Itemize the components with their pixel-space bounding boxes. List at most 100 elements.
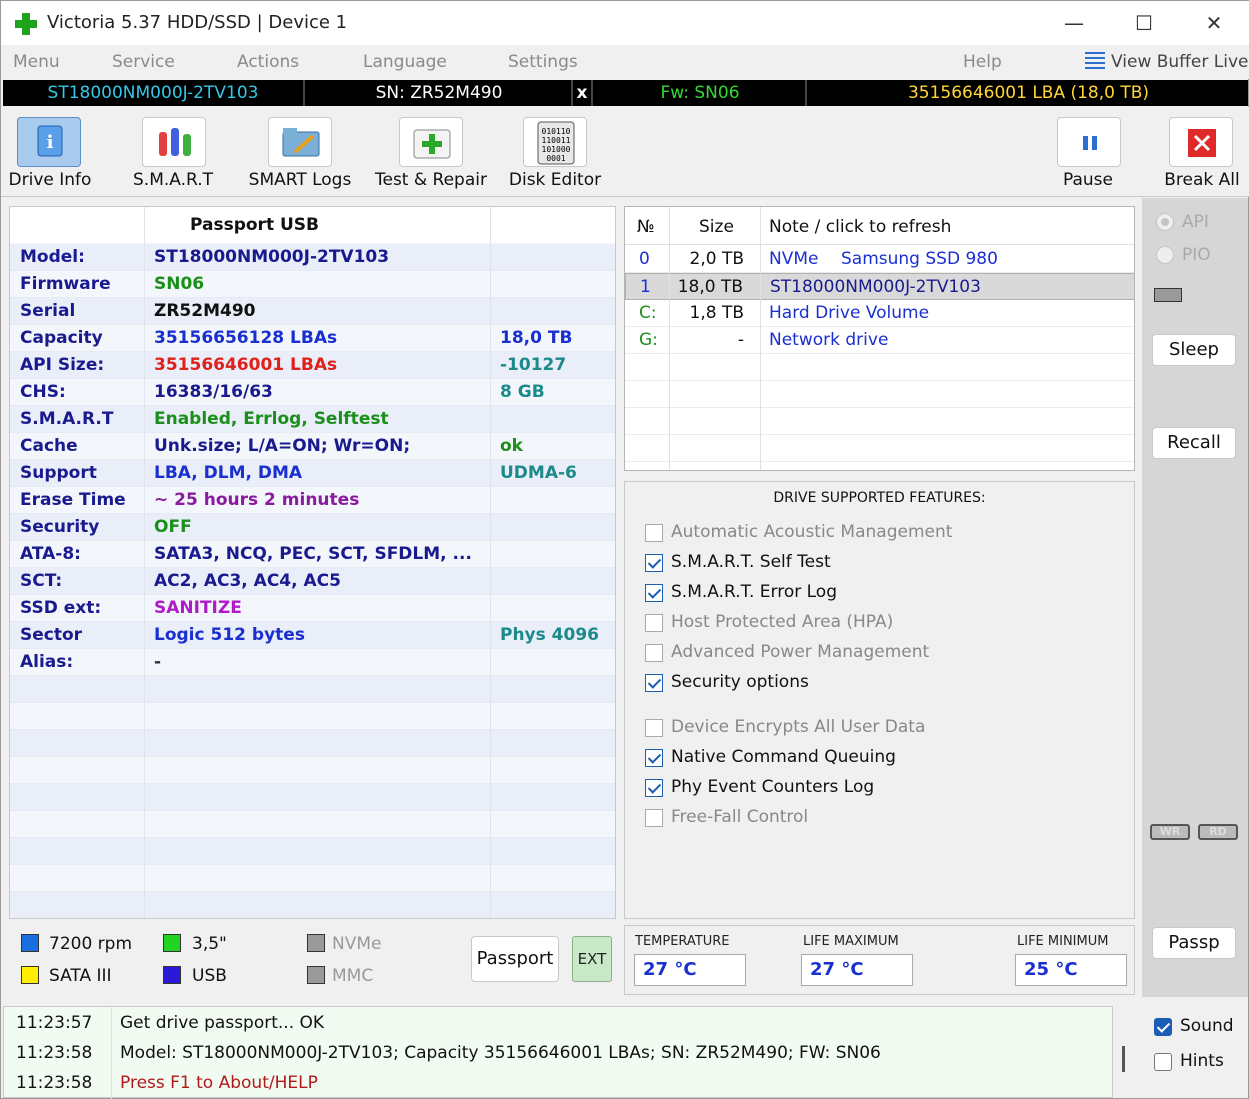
feature-checkbox	[645, 584, 663, 602]
passport-row-extra: UDMA-6	[500, 463, 577, 483]
column-divider	[669, 207, 670, 470]
ext-button[interactable]: EXT	[572, 936, 612, 982]
col-note[interactable]: Note / click to refresh	[769, 217, 951, 237]
log-scrollbar[interactable]	[1122, 1046, 1125, 1072]
log-time: 11:23:58	[16, 1043, 93, 1063]
menu-service[interactable]: Service	[112, 52, 175, 72]
recall-button[interactable]: Recall	[1152, 427, 1236, 459]
api-radio[interactable]	[1156, 213, 1174, 231]
hints-checkbox[interactable]	[1154, 1053, 1172, 1071]
minimize-button[interactable]: —	[1044, 5, 1104, 41]
passport-row-value: AC2, AC3, AC4, AC5	[154, 571, 341, 591]
rd-indicator: RD	[1198, 824, 1238, 840]
passport-empty-row	[10, 784, 615, 811]
passport-row-value: ZR52M490	[154, 301, 256, 321]
sound-hints-panel: Sound Hints	[1142, 1006, 1248, 1098]
passport-row: Model: ST18000NM000J-2TV103	[10, 244, 615, 271]
svg-text:101000: 101000	[542, 145, 571, 154]
menu-actions[interactable]: Actions	[237, 52, 299, 72]
passport-row-extra: ok	[500, 436, 523, 456]
feature-item: Automatic Acoustic Management	[645, 522, 1105, 546]
passport-row: API Size: 35156646001 LBAs -10127	[10, 352, 615, 379]
drive-empty-row	[625, 408, 1134, 435]
devbar-lba: 35156646001 LBA (18,0 TB)	[907, 83, 1150, 103]
feature-checkbox	[645, 749, 663, 767]
passport-row-label: ATA-8:	[20, 544, 81, 564]
folder-pencil-icon	[268, 117, 332, 167]
passport-row-extra: Phys 4096	[500, 625, 599, 645]
drive-size: -	[737, 330, 744, 350]
passport-button[interactable]: Passport	[471, 936, 559, 982]
passport-row: ATA-8: SATA3, NCQ, PEC, SCT, SFDLM, ...	[10, 541, 615, 568]
col-number[interactable]: №	[637, 217, 655, 237]
passport-row-label: Security	[20, 517, 100, 537]
drive-row[interactable]: C: 1,8 TB Hard Drive Volume	[625, 300, 1134, 327]
passport-row-extra: -10127	[500, 355, 567, 375]
disk-editor-button[interactable]: 010110 110011 101000 0001 Disk Editor	[505, 109, 605, 195]
feature-label: Native Command Queuing	[671, 747, 896, 767]
feature-item: Host Protected Area (HPA)	[645, 612, 1105, 636]
col-size[interactable]: Size	[699, 217, 734, 237]
rpm-label: 7200 rpm	[49, 934, 133, 954]
drive-note: ST18000NM000J-2TV103	[770, 277, 981, 297]
view-buffer-live-button[interactable]: View Buffer Live	[1085, 52, 1248, 72]
drive-features-panel: DRIVE SUPPORTED FEATURES: Automatic Acou…	[624, 481, 1135, 919]
side-panel: API PIO Sleep Recall WR RD Passp	[1142, 198, 1248, 997]
devbar-model[interactable]: ST18000NM000J-2TV103	[3, 80, 305, 106]
smart-button[interactable]: S.M.A.R.T	[125, 109, 221, 195]
drive-row[interactable]: G: - Network drive	[625, 327, 1134, 354]
passport-row-value: OFF	[154, 517, 192, 537]
passport-empty-row	[10, 811, 615, 838]
log-entry: 11:23:57 Get drive passport... OK	[4, 1007, 1114, 1037]
smart-logs-button[interactable]: SMART Logs	[245, 109, 355, 195]
feature-checkbox	[645, 719, 663, 737]
menu-language[interactable]: Language	[363, 52, 447, 72]
drive-info-button[interactable]: i Drive Info	[7, 109, 93, 195]
maximize-button[interactable]: ☐	[1114, 5, 1174, 41]
drive-type: NVMe	[769, 249, 819, 269]
break-all-button[interactable]: Break All	[1161, 109, 1243, 195]
passport-row-extra: 18,0 TB	[500, 328, 573, 348]
log-panel[interactable]: 11:23:57 Get drive passport... OK 11:23:58…	[3, 1006, 1114, 1099]
log-time: 11:23:57	[16, 1013, 93, 1033]
menu-menu[interactable]: Menu	[13, 52, 60, 72]
log-message: Press F1 to About/HELP	[120, 1073, 318, 1093]
passport-empty-row	[10, 865, 615, 892]
passport-panel: Passport USB Model: ST18000NM000J-2TV103 F…	[9, 206, 616, 919]
temperature-label: TEMPERATURE	[635, 934, 730, 949]
close-button[interactable]: ✕	[1184, 5, 1244, 41]
toolbar: i Drive Info S.M.A.R.T SMART Logs Test &…	[1, 107, 1249, 197]
passport-row: Support LBA, DLM, DMA UDMA-6	[10, 460, 615, 487]
passport-row-label: Capacity	[20, 328, 103, 348]
feature-checkbox	[645, 809, 663, 827]
menu-help[interactable]: Help	[963, 52, 1002, 72]
sleep-button[interactable]: Sleep	[1152, 334, 1236, 366]
passp-button[interactable]: Passp	[1152, 927, 1236, 959]
drive-row[interactable]: 0 2,0 TB NVMe Samsung SSD 980	[625, 246, 1134, 273]
sound-checkbox[interactable]	[1154, 1018, 1172, 1036]
devbar-serial: SN: ZR52M490	[307, 80, 573, 106]
passport-title: Passport USB	[190, 215, 319, 235]
feature-checkbox	[645, 554, 663, 572]
feature-checkbox	[645, 614, 663, 632]
drive-info-label: Drive Info	[8, 170, 92, 190]
menu-settings[interactable]: Settings	[508, 52, 578, 72]
passport-row-label: SCT:	[20, 571, 63, 591]
drive-list[interactable]: № Size Note / click to refresh 0 2,0 TB NV…	[624, 206, 1135, 471]
feature-label: Host Protected Area (HPA)	[671, 612, 894, 632]
passport-row: Sector Logic 512 bytes Phys 4096	[10, 622, 615, 649]
log-message: Model: ST18000NM000J-2TV103; Capacity 35…	[120, 1043, 881, 1063]
pause-button[interactable]: Pause	[1053, 109, 1123, 195]
passport-row-value: SANITIZE	[154, 598, 242, 618]
pio-radio[interactable]	[1156, 246, 1174, 264]
feature-item: S.M.A.R.T. Error Log	[645, 582, 1105, 606]
list-icon	[1085, 52, 1105, 70]
feature-item: Phy Event Counters Log	[645, 777, 1105, 801]
passport-row: Cache Unk.size; L/A=ON; Wr=ON; ok	[10, 433, 615, 460]
first-aid-kit-icon	[399, 117, 463, 167]
drive-row[interactable]: 1 18,0 TB ST18000NM000J-2TV103	[625, 273, 1134, 300]
passport-row-value: SN06	[154, 274, 205, 294]
test-repair-button[interactable]: Test & Repair	[371, 109, 491, 195]
disk-editor-label: Disk Editor	[508, 170, 602, 190]
devbar-close-x[interactable]: x	[573, 80, 593, 106]
